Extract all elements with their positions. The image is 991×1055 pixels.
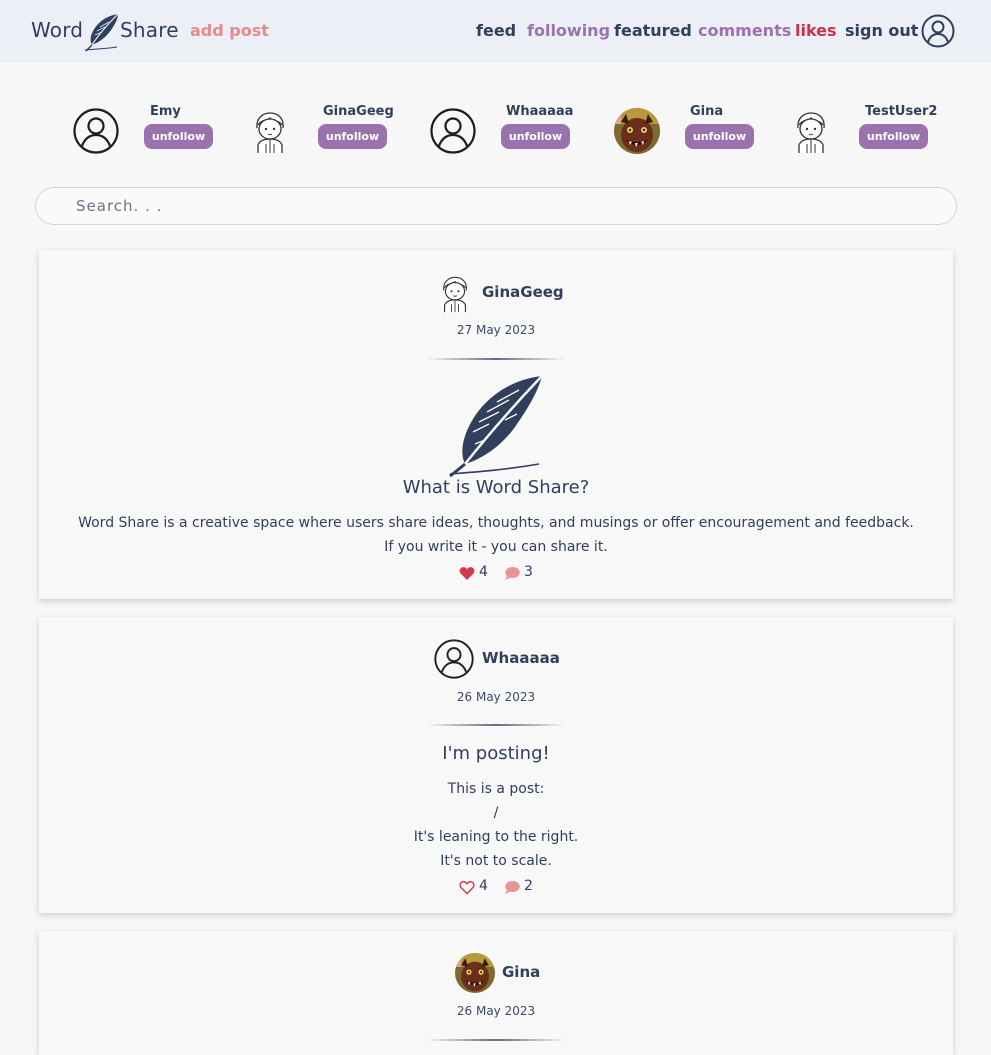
nav-likes[interactable]: likes	[795, 21, 837, 40]
following-username[interactable]: TestUser2	[865, 104, 937, 119]
nav-comments[interactable]: comments	[698, 21, 791, 40]
like-count: 4	[479, 878, 488, 894]
comment-count: 2	[524, 878, 533, 894]
brand-word: Word	[31, 18, 84, 42]
post-body-line: This is a post:	[447, 781, 545, 797]
post-divider	[426, 358, 566, 360]
unfollow-button[interactable]: unfollow	[144, 124, 213, 149]
user-outline-icon[interactable]	[73, 108, 119, 154]
post-stats: 4 2	[39, 877, 953, 897]
post-divider	[426, 724, 566, 726]
post-date: 26 May 2023	[456, 1004, 536, 1018]
post-author-name[interactable]: GinaGeeg	[482, 283, 564, 301]
monster-photo-avatar[interactable]	[455, 953, 495, 993]
quill-feather-icon	[84, 13, 119, 52]
post-title[interactable]: I'm posting!	[39, 743, 953, 764]
like-count: 4	[479, 564, 488, 580]
post-author: Gina	[39, 953, 953, 993]
add-post-link[interactable]: add post	[190, 21, 269, 40]
post-author-name[interactable]: Gina	[502, 963, 540, 981]
nav-following[interactable]: following	[527, 21, 610, 40]
post-date: 26 May 2023	[456, 690, 536, 704]
unfollow-button[interactable]: unfollow	[685, 124, 754, 149]
following-user-whaaaaa: Whaaaaa unfollow	[430, 102, 600, 158]
following-username[interactable]: Whaaaaa	[506, 104, 573, 119]
post-stats: 4 3	[39, 563, 953, 583]
user-outline-icon[interactable]	[434, 639, 474, 679]
heart-outline-icon[interactable]	[459, 880, 475, 895]
user-outline-icon[interactable]	[430, 108, 476, 154]
post-author-name[interactable]: Whaaaaa	[482, 649, 560, 667]
search-bar	[35, 187, 957, 225]
post-author: GinaGeeg	[39, 273, 953, 313]
unfollow-button[interactable]: unfollow	[501, 124, 570, 149]
comment-bubble-icon[interactable]	[504, 880, 520, 895]
following-user-ginageeg: GinaGeeg unfollow	[247, 102, 417, 158]
post-title[interactable]: What is Word Share?	[39, 477, 953, 498]
post-card: Gina 26 May 2023	[39, 931, 953, 1055]
brand-share: Share	[120, 18, 179, 42]
profile-user-icon[interactable]	[921, 14, 955, 48]
unfollow-button[interactable]: unfollow	[859, 124, 928, 149]
post-body-line: It's leaning to the right.	[413, 829, 579, 845]
nav-sign-out[interactable]: sign out	[845, 21, 918, 40]
post-author: Whaaaaa	[39, 639, 953, 679]
comment-count: 3	[524, 564, 533, 580]
post-divider	[426, 1039, 566, 1041]
following-username[interactable]: GinaGeeg	[323, 104, 394, 119]
following-user-gina: Gina unfollow	[614, 102, 784, 158]
search-input[interactable]	[76, 194, 936, 218]
cartoon-boy-avatar[interactable]	[435, 273, 475, 313]
following-username[interactable]: Emy	[150, 104, 181, 119]
following-user-emy: Emy unfollow	[73, 102, 243, 158]
monster-photo-avatar[interactable]	[614, 108, 660, 154]
top-navbar: Word Share add post feed following featu…	[0, 0, 991, 62]
nav-feed[interactable]: feed	[476, 21, 516, 40]
post-body-line: /	[493, 805, 499, 821]
cartoon-boy-avatar[interactable]	[788, 108, 834, 154]
comment-bubble-icon[interactable]	[504, 566, 520, 581]
cartoon-boy-avatar[interactable]	[247, 108, 293, 154]
unfollow-button[interactable]: unfollow	[318, 124, 387, 149]
post-body-line: Word Share is a creative space where use…	[78, 515, 914, 531]
post-card: Whaaaaa 26 May 2023 I'm posting! This is…	[39, 617, 953, 913]
following-username[interactable]: Gina	[690, 104, 723, 119]
heart-filled-icon[interactable]	[459, 566, 475, 581]
nav-featured[interactable]: featured	[614, 21, 692, 40]
post-body-line: It's not to scale.	[440, 853, 552, 869]
post-body-line: If you write it - you can share it.	[384, 539, 608, 555]
following-user-testuser2: TestUser2 unfollow	[788, 102, 958, 158]
post-date: 27 May 2023	[456, 323, 536, 337]
quill-feather-icon	[449, 375, 543, 478]
post-card: GinaGeeg 27 May 2023 What is Word Share?…	[39, 250, 953, 599]
